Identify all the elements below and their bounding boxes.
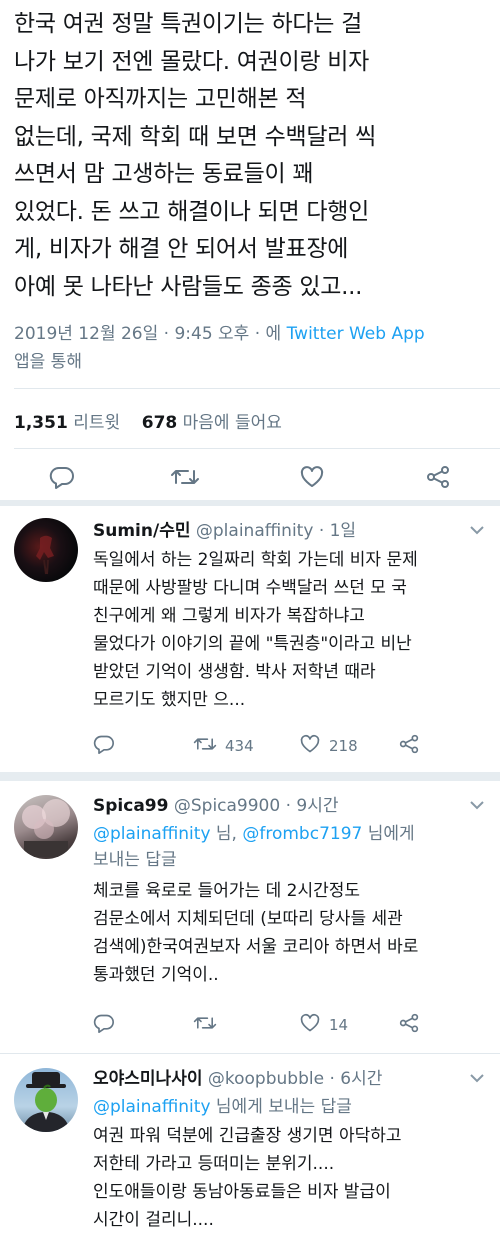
tweet-source-link[interactable]: Twitter Web App bbox=[287, 324, 425, 344]
tweet-line: 한국 여권 정말 특권이기는 하다는 걸 bbox=[14, 11, 362, 37]
reply-tweet[interactable]: Spica99 @Spica9900 · 9시간 @plainaffinity … bbox=[0, 781, 500, 1049]
tweet-via: 앱을 통해 bbox=[14, 352, 82, 372]
reply-line: 여권 파워 덕분에 긴급출장 생기면 아닥하고 bbox=[93, 1126, 402, 1146]
divider bbox=[14, 448, 500, 449]
avatar[interactable] bbox=[14, 795, 78, 859]
mention-link[interactable]: @plainaffinity bbox=[93, 824, 211, 844]
reply-line: 물었다가 이야기의 끝에 "특권층"이라고 비난 bbox=[93, 634, 412, 654]
retweet-count: 434 bbox=[225, 737, 254, 755]
reply-line: 때문에 사방팔방 다니며 수백달러 쓰던 모 국 bbox=[93, 578, 407, 598]
chevron-down-icon[interactable] bbox=[468, 797, 486, 816]
share-icon[interactable] bbox=[424, 463, 452, 491]
reply-line: 통과했던 기억이.. bbox=[93, 965, 219, 985]
reply-line: 저한테 가라고 등떠미는 분위기.... bbox=[93, 1154, 335, 1174]
tweet-line: 아예 못 나타난 사람들도 종종 있고... bbox=[14, 273, 363, 300]
reply-time: · 1일 bbox=[318, 521, 357, 541]
reply-line: 인도애들이랑 동남아동료들은 비자 발급이 bbox=[93, 1182, 391, 1202]
reply-line: 받았던 기억이 생생함. 박사 저학년 때라 bbox=[93, 662, 376, 682]
like-stat[interactable]: 678 마음에 들어요 bbox=[142, 413, 282, 433]
reply-text: 여권 파워 덕분에 긴급출장 생기면 아닥하고 저한테 가라고 등떠미는 분위기… bbox=[93, 1122, 493, 1234]
like-button[interactable]: 218 bbox=[299, 734, 358, 758]
retweet-stat[interactable]: 1,351 리트윗 bbox=[14, 413, 120, 433]
tweet-line: 있었다. 돈 쓰고 해결이나 되면 다행인 bbox=[14, 198, 369, 225]
display-name[interactable]: Sumin/수민 bbox=[93, 521, 190, 541]
chevron-down-icon[interactable] bbox=[468, 1070, 486, 1089]
tweet-line: 쓰면서 맘 고생하는 동료들이 꽤 bbox=[14, 161, 314, 187]
retweet-icon bbox=[193, 734, 217, 758]
avatar[interactable] bbox=[14, 518, 78, 582]
avatar[interactable] bbox=[14, 1068, 78, 1132]
reply-time: · 6시간 bbox=[329, 1069, 383, 1089]
reply-line: 모르기도 했지만 으... bbox=[93, 690, 246, 710]
reply-line: 친구에게 왜 그렇게 비자가 복잡하냐고 bbox=[93, 606, 365, 626]
retweet-icon[interactable] bbox=[193, 1013, 217, 1033]
tweet-line: 문제로 아직까지는 고민해본 적 bbox=[14, 86, 307, 112]
reply-actions: 434 218 bbox=[93, 734, 493, 764]
reply-text: 독일에서 하는 2일짜리 학회 가는데 비자 문제 때문에 사방팔방 다니며 수… bbox=[93, 546, 493, 714]
tweet-line: 게, 비자가 해결 안 되어서 발표장에 bbox=[14, 236, 349, 262]
main-tweet-actions bbox=[0, 455, 500, 495]
reply-line: 독일에서 하는 2일짜리 학회 가는데 비자 문제 bbox=[93, 550, 418, 570]
chevron-down-icon[interactable] bbox=[468, 522, 486, 541]
mention-link[interactable]: @frombc7197 bbox=[242, 824, 362, 844]
replying-to: @plainaffinity 님에게 보내는 답글 bbox=[93, 1097, 352, 1117]
tweet-line: 없는데, 국제 학회 때 보면 수백달러 씩 bbox=[14, 123, 376, 150]
reply-header: 오야스미나사이 @koopbubble · 6시간 bbox=[93, 1066, 382, 1092]
replying-to: @plainaffinity 님, @frombc7197 님에게 보내는 답글 bbox=[93, 824, 415, 870]
tweet-timestamp[interactable]: 2019년 12월 26일 · 9:45 오후 · 에 bbox=[14, 324, 281, 344]
display-name[interactable]: Spica99 bbox=[93, 796, 168, 816]
reply-header: Spica99 @Spica9900 · 9시간 bbox=[93, 793, 339, 819]
display-name[interactable]: 오야스미나사이 bbox=[93, 1069, 202, 1089]
reply-line: 검문소에서 지체되던데 (보따리 당사들 세관 bbox=[93, 909, 403, 929]
reply-icon[interactable] bbox=[93, 734, 115, 754]
like-icon bbox=[299, 734, 321, 758]
reply-icon[interactable] bbox=[48, 463, 76, 491]
like-count: 14 bbox=[329, 1016, 349, 1034]
divider bbox=[14, 388, 500, 389]
like-count: 218 bbox=[329, 737, 358, 755]
user-handle[interactable]: @plainaffinity bbox=[196, 521, 314, 541]
reply-line: 체코를 육로로 들어가는 데 2시간정도 bbox=[93, 881, 361, 901]
share-icon[interactable] bbox=[398, 734, 420, 754]
reply-icon[interactable] bbox=[93, 1013, 115, 1033]
reply-actions: 14 bbox=[93, 1013, 493, 1043]
like-button[interactable]: 14 bbox=[299, 1013, 348, 1037]
section-separator bbox=[0, 772, 500, 781]
reply-tweet[interactable]: Sumin/수민 @plainaffinity · 1일 독일에서 하는 2일짜… bbox=[0, 506, 500, 769]
reply-tweet[interactable]: 오야스미나사이 @koopbubble · 6시간 @plainaffinity… bbox=[0, 1054, 500, 1244]
reply-text: 체코를 육로로 들어가는 데 2시간정도 검문소에서 지체되던데 (보따리 당사… bbox=[93, 877, 493, 989]
user-handle[interactable]: @Spica9900 bbox=[174, 796, 280, 816]
main-tweet-text: 한국 여권 정말 특권이기는 하다는 걸 나가 보기 전엔 몰랐다. 여권이랑 … bbox=[14, 6, 490, 306]
share-icon[interactable] bbox=[398, 1013, 420, 1033]
tweet-stats: 1,351 리트윗 678 마음에 들어요 bbox=[14, 408, 282, 433]
mention-link[interactable]: @plainaffinity bbox=[93, 1097, 211, 1117]
reply-header: Sumin/수민 @plainaffinity · 1일 bbox=[93, 518, 356, 544]
tweet-line: 나가 보기 전엔 몰랐다. 여권이랑 비자 bbox=[14, 48, 369, 75]
user-handle[interactable]: @koopbubble bbox=[208, 1069, 324, 1089]
reply-line: 시간이 걸리니.... bbox=[93, 1210, 214, 1230]
tweet-meta: 2019년 12월 26일 · 9:45 오후 · 에 Twitter Web … bbox=[14, 320, 490, 376]
like-icon[interactable] bbox=[298, 463, 326, 491]
like-icon bbox=[299, 1013, 321, 1037]
reply-time: · 9시간 bbox=[285, 796, 339, 816]
retweet-button[interactable]: 434 bbox=[193, 734, 254, 758]
retweet-icon[interactable] bbox=[170, 463, 200, 491]
reply-line: 검색에)한국여권보자 서울 코리아 하면서 바로 bbox=[93, 937, 419, 957]
